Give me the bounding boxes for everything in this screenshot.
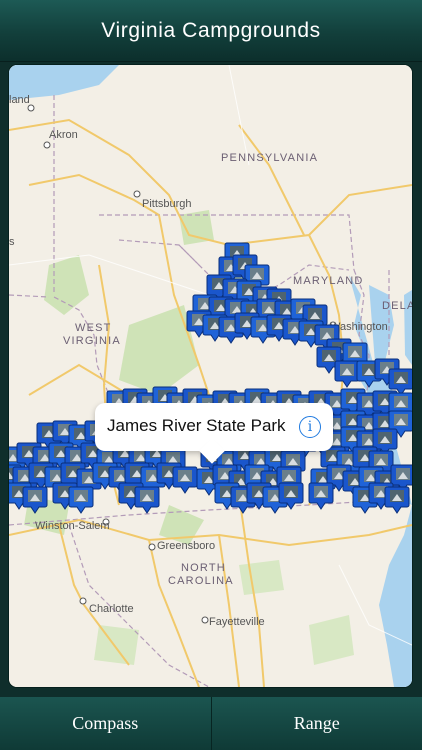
state-label-north-carolina-1: NORTH (181, 562, 226, 574)
state-label-west-virginia-1: WEST (75, 322, 112, 334)
title-bar: Virginia Campgrounds (0, 0, 422, 62)
info-icon[interactable]: i (299, 416, 321, 438)
map-canvas[interactable]: PENNSYLVANIA MARYLAND DELA WEST VIRGINIA… (9, 65, 412, 687)
state-label-pennsylvania: PENNSYLVANIA (221, 152, 318, 164)
city-label-fayetteville: Fayetteville (209, 616, 265, 628)
state-label-maryland: MARYLAND (293, 275, 364, 287)
range-button[interactable]: Range (212, 697, 422, 750)
state-label-west-virginia-2: VIRGINIA (63, 335, 121, 347)
state-label-dela: DELA (382, 300, 412, 312)
city-label-cleveland: land (9, 94, 30, 106)
city-label-columbus: s (9, 236, 15, 248)
state-label-north-carolina-2: CAROLINA (168, 575, 234, 587)
map-view[interactable]: PENNSYLVANIA MARYLAND DELA WEST VIRGINIA… (9, 65, 412, 687)
city-label-greensboro: Greensboro (157, 540, 215, 552)
bottom-toolbar: Compass Range (0, 697, 422, 750)
compass-button[interactable]: Compass (0, 697, 211, 750)
city-label-pittsburgh: Pittsburgh (142, 198, 192, 210)
city-label-winston-salem: Winston-Salem (35, 520, 110, 532)
city-label-charlotte: Charlotte (89, 603, 134, 615)
park-callout[interactable]: James River State Park i (95, 403, 333, 464)
app-title: Virginia Campgrounds (101, 18, 321, 42)
city-label-akron: Akron (49, 129, 78, 141)
park-name: James River State Park (107, 416, 286, 435)
